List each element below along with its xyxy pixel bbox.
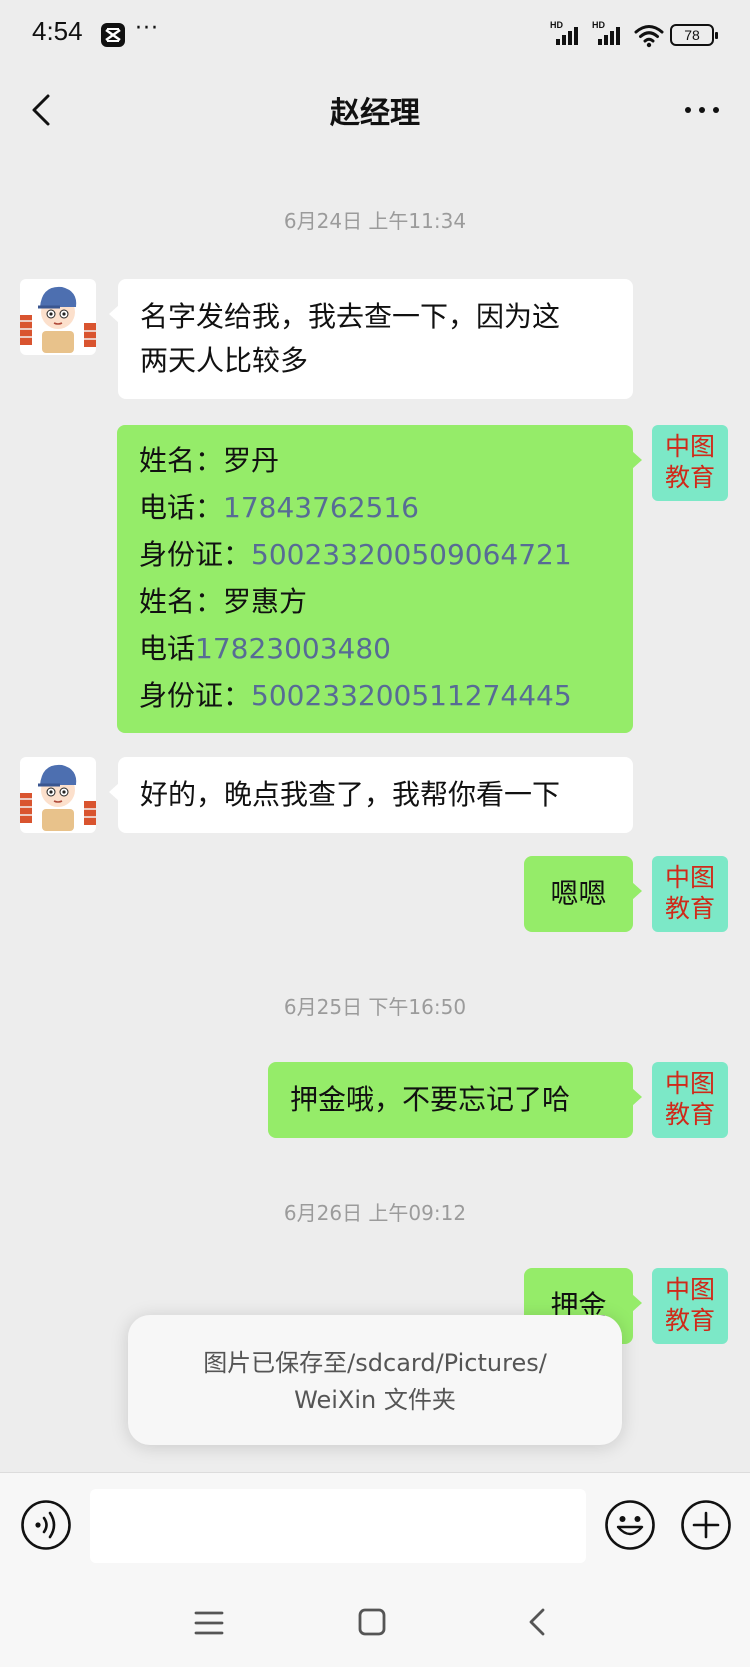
info-label: 姓名： xyxy=(139,585,224,618)
toast-text: WeiXin 文件夹 xyxy=(294,1386,456,1414)
message-text: 嗯嗯 xyxy=(550,877,607,910)
chat-title: 赵经理 xyxy=(330,96,420,131)
message-bubble-incoming[interactable]: 名字发给我，我去查一下，因为这 两天人比较多 xyxy=(109,279,633,399)
status-bar: 4:54 ··· HD HD 78 xyxy=(0,0,750,70)
contact-avatar[interactable] xyxy=(20,279,96,355)
info-label: 身份证： xyxy=(139,538,252,571)
title-bar: 赵经理 xyxy=(0,70,750,150)
status-more-icon: ··· xyxy=(135,16,159,41)
signal-icon: HD xyxy=(550,20,586,49)
my-avatar[interactable]: 中图 教育 xyxy=(652,1062,728,1138)
my-avatar[interactable]: 中图 教育 xyxy=(652,1268,728,1344)
nav-back-icon[interactable] xyxy=(522,1606,554,1638)
cartoon-avatar-icon xyxy=(20,764,96,831)
avatar-text: 教育 xyxy=(664,894,715,923)
message-bubble-incoming[interactable]: 好的，晚点我查了，我帮你看一下 xyxy=(109,757,633,833)
avatar-text: 中图 xyxy=(664,432,715,461)
message-text: 押金哦，不要忘记了哈 xyxy=(290,1083,571,1116)
info-line: 姓名：罗丹 xyxy=(139,437,611,484)
message-input[interactable] xyxy=(90,1489,586,1563)
battery-icon: 78 xyxy=(670,24,718,46)
plus-icon[interactable] xyxy=(680,1499,732,1551)
capcut-icon xyxy=(101,23,125,47)
contact-avatar[interactable] xyxy=(20,757,96,833)
info-line: 电话：17843762516 xyxy=(139,484,611,531)
phone-number-link[interactable]: 17823003480 xyxy=(195,632,391,665)
message-bubble-outgoing[interactable]: 姓名：罗丹 电话：17843762516 身份证：500233200509064… xyxy=(117,425,642,733)
avatar-text: 中图 xyxy=(664,863,715,892)
phone-number-link[interactable]: 17843762516 xyxy=(223,491,419,524)
navigation-bar xyxy=(0,1582,750,1667)
my-avatar[interactable]: 中图 教育 xyxy=(652,425,728,501)
voice-icon[interactable] xyxy=(20,1499,72,1551)
info-value: 罗惠方 xyxy=(223,585,308,618)
avatar-text: 教育 xyxy=(664,1306,715,1335)
wifi-icon xyxy=(634,25,664,48)
avatar-text: 中图 xyxy=(664,1069,715,1098)
more-icon[interactable] xyxy=(682,90,722,130)
info-label: 电话： xyxy=(139,491,224,524)
info-label: 身份证： xyxy=(139,679,252,712)
avatar-text: 中图 xyxy=(664,1275,715,1304)
emoji-icon[interactable] xyxy=(604,1499,656,1551)
message-text: 好的，晚点我查了，我帮你看一下 xyxy=(140,778,561,811)
timestamp: 6月24日 上午11:34 xyxy=(283,209,467,233)
info-line: 姓名：罗惠方 xyxy=(139,578,611,625)
my-avatar[interactable]: 中图 教育 xyxy=(652,856,728,932)
menu-icon[interactable] xyxy=(193,1607,225,1639)
info-label: 姓名： xyxy=(139,444,224,477)
avatar-text: 教育 xyxy=(664,1100,715,1129)
toast-notification: 图片已保存至/sdcard/Pictures/ WeiXin 文件夹 xyxy=(128,1315,622,1445)
status-icons: HD HD 78 xyxy=(550,20,718,50)
message-bubble-outgoing[interactable]: 押金哦，不要忘记了哈 xyxy=(268,1062,642,1138)
id-number-link[interactable]: 500233200511274445 xyxy=(251,679,572,712)
message-text: 两天人比较多 xyxy=(140,344,309,377)
message-bubble-outgoing[interactable]: 嗯嗯 xyxy=(524,856,642,932)
home-icon[interactable] xyxy=(356,1606,388,1638)
info-label: 电话 xyxy=(139,632,196,665)
status-time: 4:54 xyxy=(32,16,83,46)
avatar-text: 教育 xyxy=(664,463,715,492)
info-line: 身份证：500233200509064721 xyxy=(139,531,611,578)
info-line: 身份证：500233200511274445 xyxy=(139,672,611,719)
info-value: 罗丹 xyxy=(223,444,280,477)
timestamp: 6月26日 上午09:12 xyxy=(283,1201,467,1225)
id-number-link[interactable]: 500233200509064721 xyxy=(251,538,572,571)
info-line: 电话17823003480 xyxy=(139,625,611,672)
signal-icon-2: HD xyxy=(592,20,628,49)
input-bar xyxy=(0,1472,750,1582)
timestamp: 6月25日 下午16:50 xyxy=(283,995,467,1019)
message-text: 名字发给我，我去查一下，因为这 xyxy=(140,300,561,333)
cartoon-avatar-icon xyxy=(20,286,96,353)
toast-text: 图片已保存至/sdcard/Pictures/ xyxy=(203,1349,547,1377)
